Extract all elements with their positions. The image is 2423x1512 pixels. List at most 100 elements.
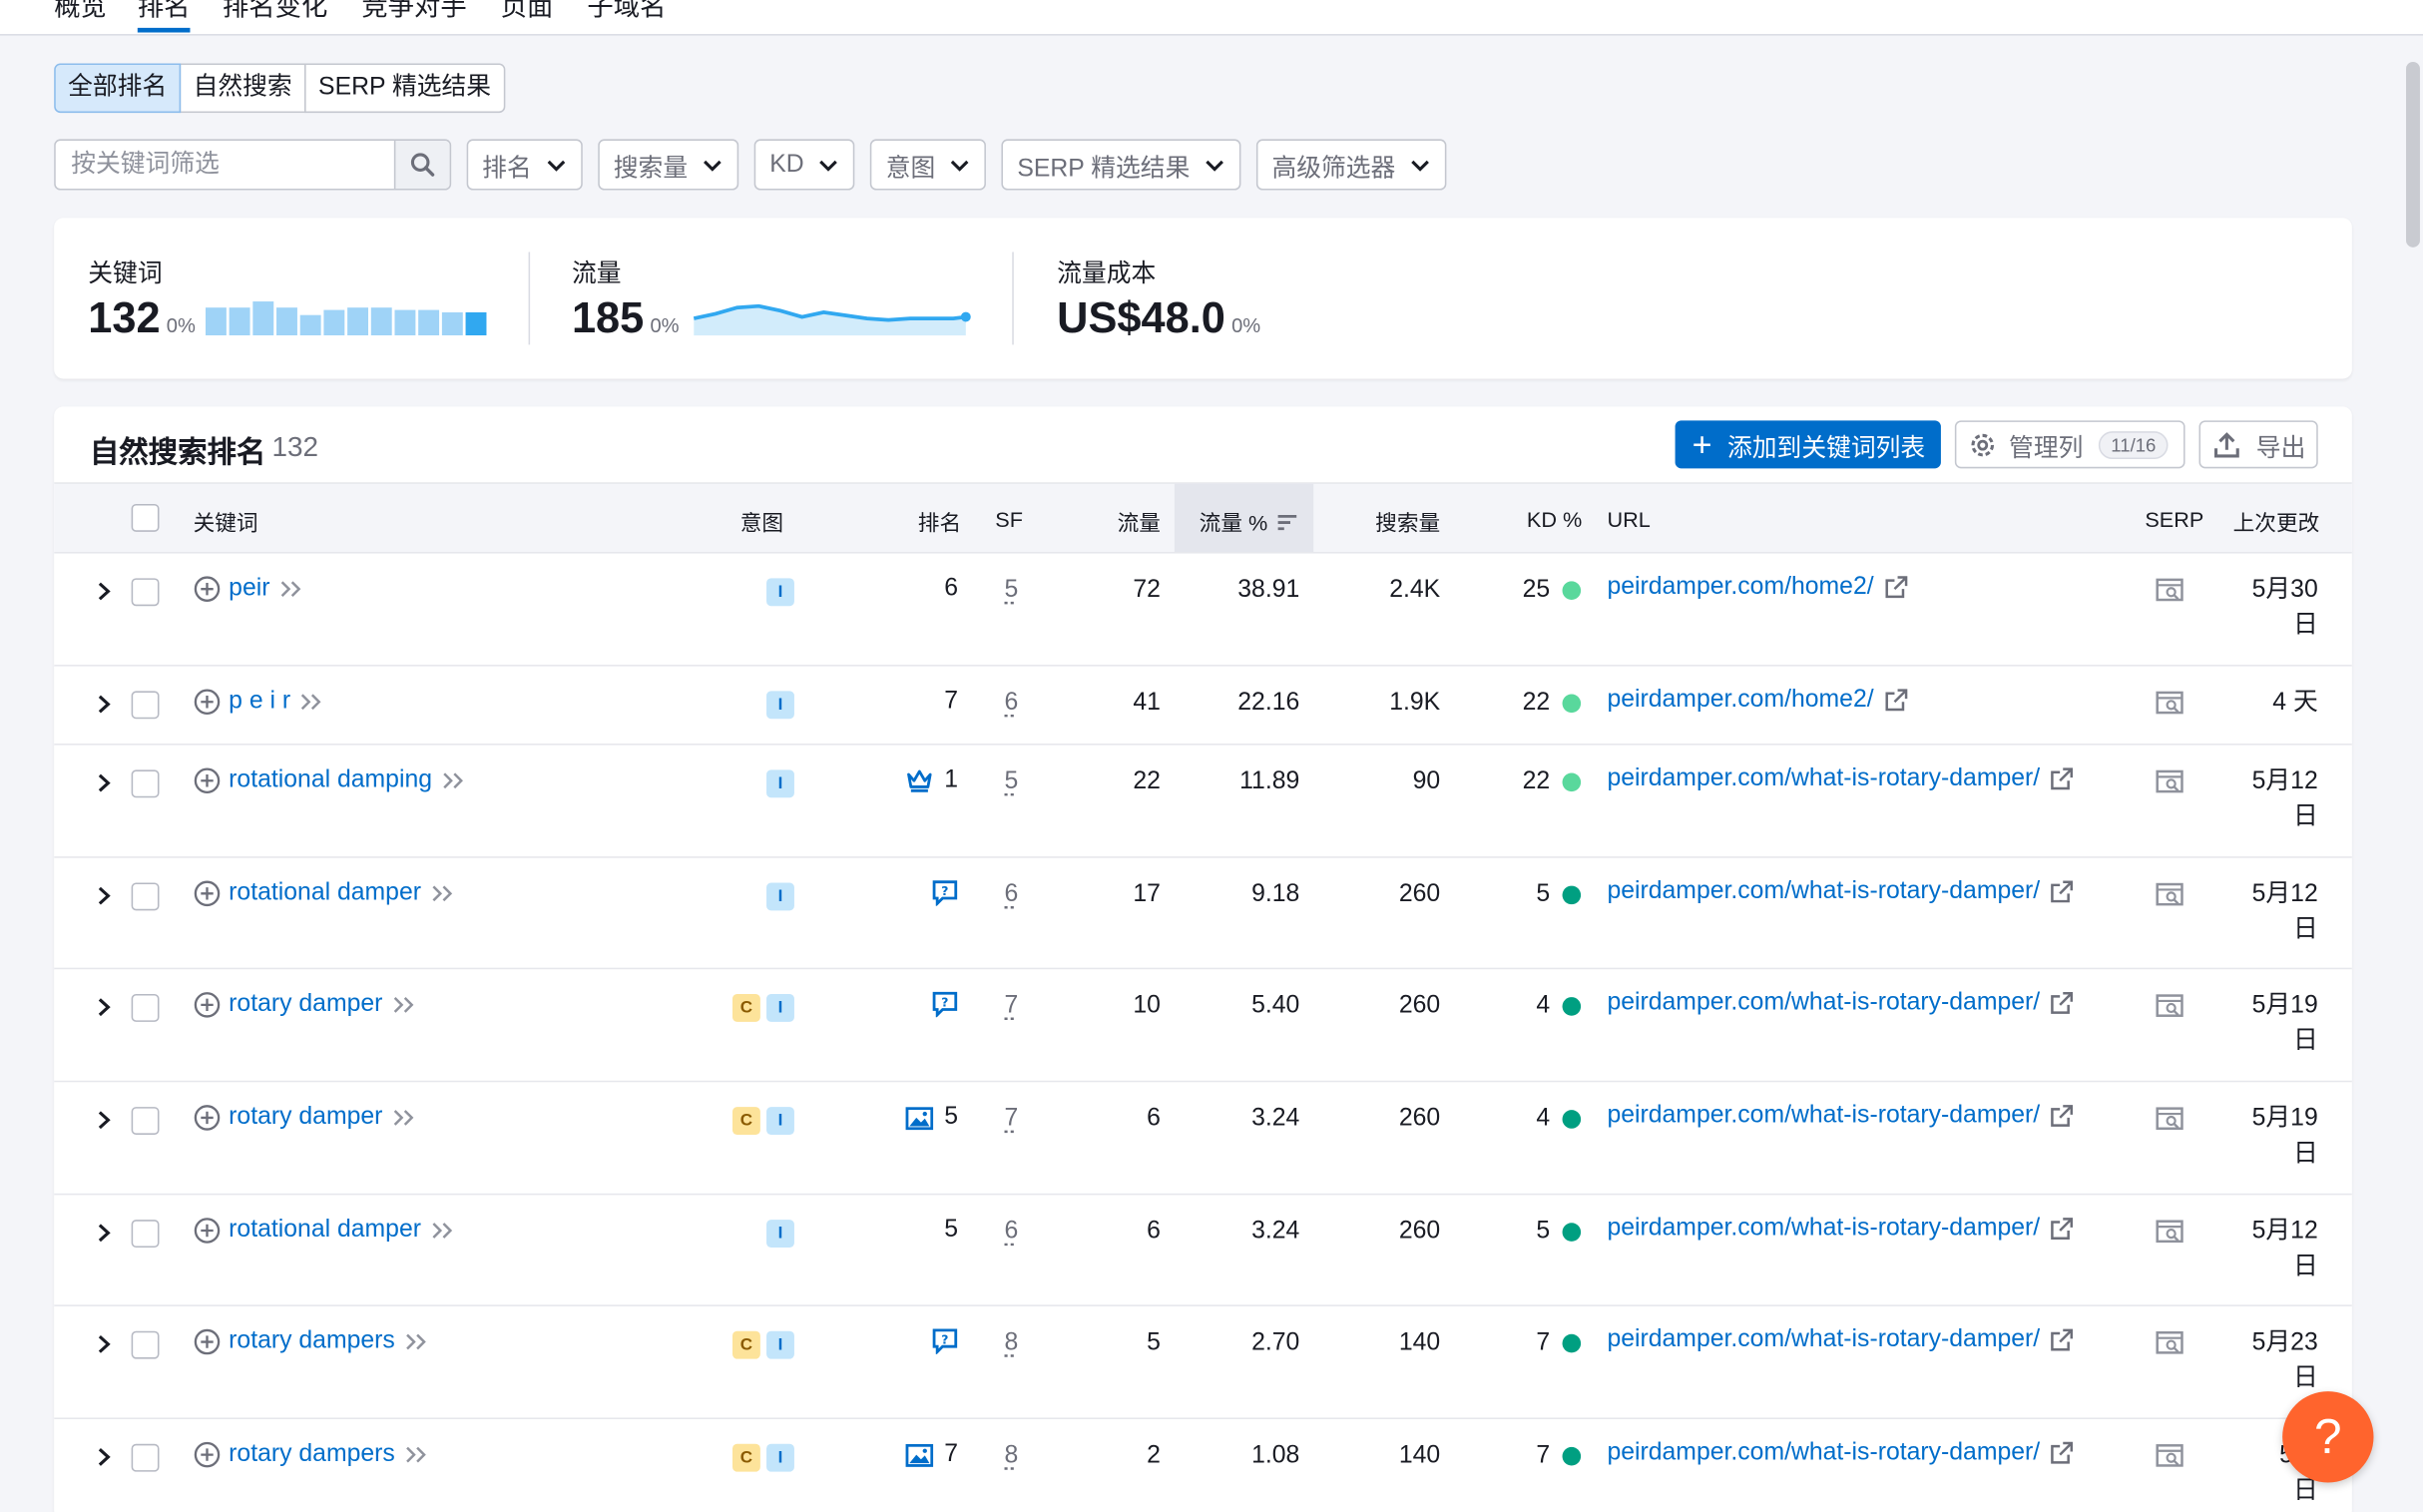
add-keyword-button[interactable] <box>194 688 230 716</box>
row-checkbox[interactable] <box>131 1443 160 1472</box>
serp-features-count[interactable]: 7 <box>1005 1106 1019 1134</box>
add-keyword-button[interactable] <box>194 766 230 794</box>
add-to-keyword-list-button[interactable]: + 添加到关键词列表 <box>1675 420 1941 469</box>
serp-snapshot-icon[interactable] <box>2156 578 2183 603</box>
external-link-icon[interactable] <box>2049 1104 2074 1129</box>
header-kd[interactable]: KD % <box>1527 507 1582 532</box>
filter-intent[interactable]: 意图 <box>870 139 987 191</box>
url-link[interactable]: peirdamper.com/what-is-rotary-damper/ <box>1607 1326 2040 1354</box>
filter-position[interactable]: 排名 <box>466 139 583 191</box>
search-button[interactable] <box>393 140 450 189</box>
filter-kd[interactable]: KD <box>753 139 855 191</box>
help-button[interactable]: ? <box>2282 1391 2374 1483</box>
add-keyword-button[interactable] <box>194 879 230 907</box>
keyword-link[interactable]: rotational damper <box>229 879 421 907</box>
expand-row-button[interactable] <box>98 997 112 1025</box>
export-button[interactable]: 导出 <box>2198 420 2318 469</box>
tab-pages[interactable]: 页面 <box>501 0 554 23</box>
url-link[interactable]: peirdamper.com/what-is-rotary-damper/ <box>1607 1102 2040 1130</box>
tab-overview[interactable]: 概览 <box>54 0 107 23</box>
row-checkbox[interactable] <box>131 1107 160 1135</box>
tab-positions[interactable]: 排名 <box>137 0 191 33</box>
serp-snapshot-icon[interactable] <box>2156 882 2183 907</box>
keyword-overview-button[interactable] <box>382 1109 415 1128</box>
row-checkbox[interactable] <box>131 1220 160 1249</box>
manage-columns-button[interactable]: 管理列 11/16 <box>1954 420 2185 469</box>
keyword-link[interactable]: rotary damper <box>229 1104 382 1132</box>
expand-row-button[interactable] <box>98 886 112 914</box>
serp-snapshot-icon[interactable] <box>2156 691 2183 716</box>
keyword-link[interactable]: rotational damper <box>229 1217 421 1245</box>
add-keyword-button[interactable] <box>194 991 230 1019</box>
header-serp[interactable]: SERP <box>2145 507 2203 532</box>
header-position[interactable]: 排名 <box>918 507 961 538</box>
serp-features-count[interactable]: 6 <box>1005 881 1019 909</box>
keyword-overview-button[interactable] <box>432 771 465 790</box>
keyword-overview-button[interactable] <box>395 1445 428 1464</box>
add-keyword-button[interactable] <box>194 1104 230 1132</box>
serp-features-count[interactable]: 7 <box>1005 992 1019 1020</box>
filter-serp-features[interactable]: SERP 精选结果 <box>1001 139 1241 191</box>
keyword-overview-button[interactable] <box>421 884 454 903</box>
external-link-icon[interactable] <box>2049 991 2074 1016</box>
segment-organic[interactable]: 自然搜索 <box>179 63 306 114</box>
row-checkbox[interactable] <box>131 578 160 607</box>
keyword-link[interactable]: p e i r <box>229 688 290 716</box>
external-link-icon[interactable] <box>2049 879 2074 904</box>
url-link[interactable]: peirdamper.com/what-is-rotary-damper/ <box>1607 765 2040 793</box>
url-link[interactable]: peirdamper.com/home2/ <box>1607 574 1873 602</box>
url-link[interactable]: peirdamper.com/what-is-rotary-damper/ <box>1607 1439 2040 1467</box>
serp-features-count[interactable]: 6 <box>1005 1219 1019 1247</box>
add-keyword-button[interactable] <box>194 1328 230 1356</box>
serp-features-count[interactable]: 8 <box>1005 1329 1019 1357</box>
filter-advanced[interactable]: 高级筛选器 <box>1255 139 1447 191</box>
scrollbar-thumb[interactable] <box>2406 61 2420 248</box>
serp-snapshot-icon[interactable] <box>2156 769 2183 794</box>
serp-snapshot-icon[interactable] <box>2156 1220 2183 1245</box>
external-link-icon[interactable] <box>2049 1441 2074 1466</box>
keyword-overview-button[interactable] <box>270 580 303 599</box>
keyword-filter-input[interactable] <box>55 140 394 189</box>
expand-row-button[interactable] <box>98 773 112 801</box>
row-checkbox[interactable] <box>131 1330 160 1359</box>
header-url[interactable]: URL <box>1607 507 1650 532</box>
serp-features-count[interactable]: 5 <box>1005 768 1019 796</box>
select-all-checkbox[interactable] <box>131 503 160 532</box>
keyword-link[interactable]: rotary damper <box>229 991 382 1019</box>
keyword-overview-button[interactable] <box>421 1222 454 1241</box>
segment-all-positions[interactable]: 全部排名 <box>54 63 182 114</box>
external-link-icon[interactable] <box>2049 766 2074 791</box>
expand-row-button[interactable] <box>98 695 112 723</box>
header-traffic-pct[interactable]: 流量 % <box>1200 507 1299 538</box>
row-checkbox[interactable] <box>131 691 160 720</box>
serp-snapshot-icon[interactable] <box>2156 1444 2183 1469</box>
keyword-link[interactable]: peir <box>229 575 269 603</box>
expand-row-button[interactable] <box>98 1223 112 1251</box>
serp-features-count[interactable]: 6 <box>1005 690 1019 718</box>
keyword-overview-button[interactable] <box>395 1332 428 1351</box>
keyword-overview-button[interactable] <box>382 996 415 1015</box>
external-link-icon[interactable] <box>1883 575 1908 600</box>
add-keyword-button[interactable] <box>194 1441 230 1469</box>
keyword-link[interactable]: rotational damping <box>229 766 432 794</box>
serp-snapshot-icon[interactable] <box>2156 994 2183 1019</box>
header-traffic[interactable]: 流量 <box>1118 507 1161 538</box>
serp-features-count[interactable]: 5 <box>1005 577 1019 605</box>
url-link[interactable]: peirdamper.com/what-is-rotary-damper/ <box>1607 878 2040 906</box>
add-keyword-button[interactable] <box>194 1217 230 1245</box>
external-link-icon[interactable] <box>2049 1328 2074 1353</box>
external-link-icon[interactable] <box>1883 688 1908 713</box>
row-checkbox[interactable] <box>131 882 160 911</box>
serp-snapshot-icon[interactable] <box>2156 1330 2183 1356</box>
row-checkbox[interactable] <box>131 994 160 1022</box>
serp-snapshot-icon[interactable] <box>2156 1107 2183 1132</box>
external-link-icon[interactable] <box>2049 1217 2074 1242</box>
expand-row-button[interactable] <box>98 1334 112 1362</box>
tab-position-changes[interactable]: 排名变化 <box>223 0 327 23</box>
row-checkbox[interactable] <box>131 769 160 798</box>
expand-row-button[interactable] <box>98 581 112 609</box>
url-link[interactable]: peirdamper.com/what-is-rotary-damper/ <box>1607 989 2040 1017</box>
filter-volume[interactable]: 搜索量 <box>598 139 739 191</box>
keyword-overview-button[interactable] <box>290 693 323 712</box>
add-keyword-button[interactable] <box>194 575 230 603</box>
